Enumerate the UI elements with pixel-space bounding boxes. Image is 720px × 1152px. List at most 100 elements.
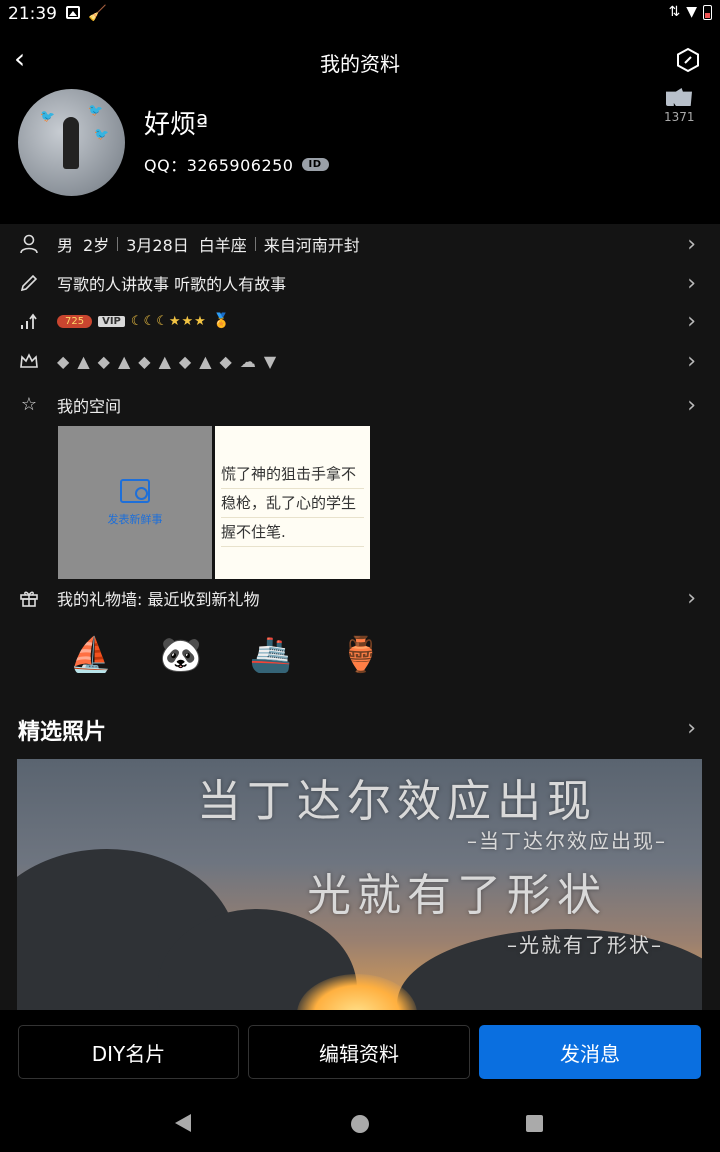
gift-jar-icon[interactable]: 🏺 [328, 622, 394, 688]
pencil-icon [20, 274, 38, 292]
featured-photo[interactable]: 当丁达尔效应出现 –当丁达尔效应出现– 光就有了形状 –光就有了形状– [17, 759, 702, 1010]
divider [254, 237, 256, 251]
gift-list: ⛵ 🐼 🚢 🏺 [58, 622, 394, 688]
diy-card-button[interactable]: DIY名片 [18, 1025, 239, 1079]
photo-text: 当丁达尔效应出现 [197, 776, 597, 827]
like-counter[interactable]: 1371 [664, 88, 695, 124]
notification-icons: 🧹 [66, 4, 107, 22]
gem-icon: ▲ [199, 351, 212, 371]
post-text-line: 握不住笔. [221, 518, 364, 547]
photo-text: –光就有了形状– [507, 933, 663, 957]
bird-icon: 🐦 [88, 103, 103, 117]
avatar[interactable]: 🐦 🐦 🐦 [18, 89, 125, 196]
nav-home-icon[interactable] [351, 1115, 369, 1133]
new-post-label: 发表新鲜事 [107, 512, 163, 526]
level-row[interactable]: 725 VIP ☾☾☾★★★ 🏅 › [0, 302, 720, 340]
gift-icon [20, 591, 38, 607]
gem-icon: ▲ [77, 351, 90, 371]
gem-icon: ▼ [263, 351, 277, 371]
crown-icon [20, 353, 38, 368]
my-space-row[interactable]: ☆ 我的空间 › [0, 386, 720, 424]
gift-panda-icon[interactable]: 🐼 [148, 622, 214, 688]
chevron-right-icon: › [687, 231, 696, 257]
gift-wall-title: 我的礼物墙: 最近收到新礼物 [57, 590, 260, 609]
hometown: 来自河南开封 [263, 236, 360, 255]
title-badge-icon: 🏅 [212, 313, 231, 329]
divider [117, 237, 119, 251]
birthday: 3月28日 [126, 236, 189, 255]
post-text-line: 慌了神的狙击手拿不 [221, 460, 364, 489]
level-up-icon [21, 313, 37, 329]
gender: 男 [57, 236, 74, 255]
send-message-button[interactable]: 发消息 [479, 1025, 701, 1079]
gem-icon: ◆ [219, 351, 232, 371]
profile-header: 🐦 🐦 🐦 好烦ª QQ：3265906250 ID 1371 [0, 86, 720, 224]
camera-icon [120, 478, 150, 503]
my-space-title: 我的空间 [57, 397, 122, 416]
chevron-right-icon: › [687, 270, 696, 296]
bird-icon: 🐦 [40, 109, 55, 123]
gem-icon: ◆ [178, 351, 192, 371]
data-arrows-icon: ⇅ [668, 4, 681, 20]
gem-icon: ◆ [138, 351, 151, 371]
chevron-right-icon: › [687, 348, 696, 374]
thumbs-up-icon [666, 88, 692, 106]
system-status-icons: ⇅ ▼ [668, 4, 712, 20]
age: 2岁 [83, 236, 110, 255]
basic-info-text: 男 2岁 3月28日 白羊座 来自河南开封 [57, 232, 360, 256]
gem-icon: ▲ [117, 351, 131, 371]
wifi-icon: ▼ [686, 4, 697, 20]
gift-paper-boat-icon[interactable]: ⛵ [58, 622, 124, 688]
coin-badge: 725 [57, 314, 93, 328]
gem-icon: ▲ [158, 351, 171, 371]
space-posts: 发表新鲜事 慌了神的狙击手拿不 稳枪，乱了心的学生 握不住笔. [58, 426, 370, 579]
profile-content: 男 2岁 3月28日 白羊座 来自河南开封 › 写歌的人讲故事 听歌的人有故事 … [0, 224, 720, 1010]
vip-badge: VIP [98, 315, 125, 327]
status-time: 21:39 [8, 4, 57, 24]
chevron-right-icon[interactable]: › [687, 716, 696, 741]
bird-icon: 🐦 [94, 127, 109, 141]
app-notification-icon: 🧹 [88, 4, 107, 22]
zodiac: 白羊座 [198, 236, 247, 255]
gem-icon: ☁ [239, 351, 256, 371]
post-preview-tile[interactable]: 慌了神的狙击手拿不 稳枪，乱了心的学生 握不住笔. [215, 426, 370, 579]
settings-hexagon-icon[interactable] [674, 46, 702, 74]
featured-photos-title: 精选照片 [18, 720, 107, 745]
star-icon: ☆ [20, 394, 38, 415]
post-text-line: 稳枪，乱了心的学生 [221, 489, 364, 518]
gem-icon: ◆ [57, 351, 70, 371]
page-title: 我的资料 [320, 52, 400, 76]
nickname: 好烦ª [144, 110, 209, 140]
level-marks: ☾☾☾★★★ [130, 313, 207, 329]
gem-icon: ◆ [97, 351, 110, 371]
avatar-figure [63, 117, 79, 169]
system-nav-bar [0, 1094, 720, 1152]
status-bar: 21:39 🧹 ⇅ ▼ [0, 0, 720, 30]
action-bar: DIY名片 编辑资料 发消息 [0, 1012, 720, 1094]
photo-text: –当丁达尔效应出现– [467, 829, 667, 853]
privilege-icons: ◆ ▲ ◆ ▲ ◆ ▲ ◆ ▲ ◆ ☁ ▼ [57, 352, 276, 371]
level-badges: 725 VIP ☾☾☾★★★ 🏅 [57, 313, 230, 329]
chevron-right-icon: › [687, 308, 696, 334]
chevron-right-icon: › [687, 585, 696, 611]
basic-info-row[interactable]: 男 2岁 3月28日 白羊座 来自河南开封 › [0, 225, 720, 263]
new-post-tile[interactable]: 发表新鲜事 [58, 426, 212, 579]
signature-row[interactable]: 写歌的人讲故事 听歌的人有故事 › [0, 264, 720, 302]
edit-profile-button[interactable]: 编辑资料 [248, 1025, 470, 1079]
chevron-right-icon: › [687, 392, 696, 418]
like-count: 1371 [664, 110, 695, 124]
id-badge[interactable]: ID [301, 157, 329, 171]
privileges-row[interactable]: ◆ ▲ ◆ ▲ ◆ ▲ ◆ ▲ ◆ ☁ ▼ › [0, 342, 720, 380]
nav-back-icon[interactable] [175, 1114, 191, 1132]
gallery-notification-icon [66, 6, 80, 19]
qq-number-text: QQ：3265906250 [144, 156, 294, 175]
signature-text: 写歌的人讲故事 听歌的人有故事 [57, 275, 287, 294]
gift-ship-icon[interactable]: 🚢 [238, 622, 304, 688]
gift-wall-row[interactable]: 我的礼物墙: 最近收到新礼物 › [0, 579, 720, 617]
nav-recents-icon[interactable] [526, 1115, 543, 1132]
photo-text: 光就有了形状 [307, 870, 607, 921]
battery-icon [703, 4, 712, 20]
qq-number: QQ：3265906250 ID [144, 152, 329, 176]
person-icon [20, 234, 38, 254]
title-bar: ‹ 我的资料 [0, 36, 720, 84]
